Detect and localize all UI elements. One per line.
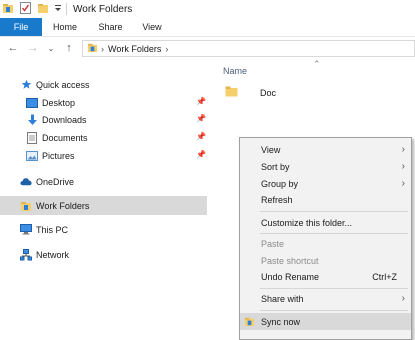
new-folder-icon[interactable] <box>37 2 49 16</box>
recent-locations-chevron-icon[interactable]: ⌄ <box>44 44 58 53</box>
menu-item-refresh[interactable]: Refresh <box>240 191 411 208</box>
title-separator <box>66 3 67 15</box>
submenu-arrow-icon: › <box>401 144 405 155</box>
pin-icon[interactable]: 📌 <box>196 132 206 141</box>
sort-caret-icon: ⌃ <box>313 59 321 69</box>
tab-share[interactable]: Share <box>88 18 133 36</box>
window-title: Work Folders <box>73 3 133 15</box>
cloud-icon <box>20 176 32 188</box>
sidebar-item-label: Pictures <box>42 150 75 161</box>
sidebar-item-label: Network <box>36 249 70 260</box>
menu-separator <box>260 288 408 289</box>
navigation-pane: Quick access Desktop 📌 Downloads 📌 Docum… <box>0 59 210 340</box>
documents-icon <box>26 131 38 144</box>
sidebar-item-network[interactable]: Network <box>20 246 69 263</box>
menu-item-label: Paste <box>261 238 285 249</box>
title-bar: Work Folders <box>0 0 415 18</box>
up-arrow-icon[interactable]: ↑ <box>62 42 76 54</box>
sidebar-item-downloads[interactable]: Downloads <box>26 111 87 128</box>
address-bar[interactable]: › Work Folders › <box>82 40 415 57</box>
forward-arrow-icon[interactable]: → <box>26 42 40 54</box>
work-folders-icon[interactable] <box>2 2 14 16</box>
sidebar-item-label: Desktop <box>42 97 76 108</box>
menu-item-label: Group by <box>261 178 299 189</box>
menu-separator <box>260 310 408 311</box>
menu-item-shortcut: Ctrl+Z <box>372 271 397 282</box>
menu-item-view[interactable]: View › <box>240 141 411 158</box>
work-folders-icon <box>87 42 98 55</box>
menu-item-customize-folder[interactable]: Customize this folder... <box>240 214 411 231</box>
navigation-bar: ← → ⌄ ↑ › Work Folders › <box>0 37 415 59</box>
submenu-arrow-icon: › <box>401 161 405 172</box>
sidebar-item-label: This PC <box>36 224 69 235</box>
menu-item-label: Sync now <box>261 316 301 327</box>
work-folders-icon <box>20 200 32 212</box>
ribbon-tabs: File Home Share View <box>0 18 415 37</box>
computer-icon <box>20 224 32 236</box>
breadcrumb-work-folders[interactable]: Work Folders <box>108 44 161 54</box>
list-item[interactable]: Doc <box>225 86 276 99</box>
sidebar-item-label: Work Folders <box>36 200 90 211</box>
pictures-icon <box>26 150 38 162</box>
breadcrumb-chevron-icon[interactable]: › <box>101 44 104 54</box>
menu-item-paste-shortcut[interactable]: Paste shortcut <box>240 252 411 269</box>
menu-item-share-with[interactable]: Share with › <box>240 290 411 307</box>
tab-home[interactable]: Home <box>42 18 88 36</box>
pin-icon[interactable]: 📌 <box>196 114 206 123</box>
star-icon <box>20 79 32 91</box>
properties-icon[interactable] <box>20 2 31 16</box>
menu-item-paste[interactable]: Paste <box>240 235 411 252</box>
column-header-name[interactable]: Name <box>223 66 247 76</box>
sidebar-item-pictures[interactable]: Pictures <box>26 147 75 164</box>
file-name: Doc <box>260 87 277 98</box>
menu-item-label: Sort by <box>261 161 290 172</box>
sidebar-item-quick-access[interactable]: Quick access <box>20 76 90 93</box>
sidebar-item-label: OneDrive <box>36 176 75 187</box>
work-folders-icon <box>244 316 255 329</box>
menu-item-label: Share with <box>261 293 304 304</box>
menu-item-sort-by[interactable]: Sort by › <box>240 158 411 175</box>
menu-separator <box>260 233 408 234</box>
submenu-arrow-icon: › <box>401 293 405 304</box>
menu-item-group-by[interactable]: Group by › <box>240 175 411 192</box>
sidebar-item-onedrive[interactable]: OneDrive <box>20 173 74 190</box>
menu-separator <box>260 211 408 212</box>
back-arrow-icon[interactable]: ← <box>6 42 20 54</box>
sidebar-item-label: Documents <box>42 132 88 143</box>
context-menu: View › Sort by › Group by › Refresh Cust… <box>239 137 412 340</box>
customize-toolbar-icon[interactable] <box>54 3 62 15</box>
menu-item-label: Refresh <box>261 194 293 205</box>
sidebar-item-label: Quick access <box>36 79 90 90</box>
menu-item-undo-rename[interactable]: Undo Rename Ctrl+Z <box>240 268 411 285</box>
sidebar-item-documents[interactable]: Documents <box>26 129 88 146</box>
menu-item-label: Customize this folder... <box>261 217 353 228</box>
tab-view[interactable]: View <box>133 18 171 36</box>
tab-file[interactable]: File <box>0 18 42 36</box>
desktop-icon <box>26 97 38 109</box>
menu-item-label: Undo Rename <box>261 271 320 282</box>
breadcrumb-chevron-icon[interactable]: › <box>165 44 168 54</box>
menu-item-label: View <box>261 144 281 155</box>
download-icon <box>26 114 38 126</box>
menu-item-sync-now[interactable]: Sync now <box>240 313 411 330</box>
sidebar-item-label: Downloads <box>42 114 87 125</box>
menu-item-label: Paste shortcut <box>261 255 319 266</box>
sidebar-item-work-folders[interactable]: Work Folders <box>20 197 89 214</box>
sidebar-item-this-pc[interactable]: This PC <box>20 221 68 238</box>
sidebar-item-desktop[interactable]: Desktop <box>26 94 75 111</box>
submenu-arrow-icon: › <box>401 178 405 189</box>
pin-icon[interactable]: 📌 <box>196 150 206 159</box>
folder-icon <box>225 86 238 99</box>
pin-icon[interactable]: 📌 <box>196 97 206 106</box>
network-icon <box>20 248 32 261</box>
